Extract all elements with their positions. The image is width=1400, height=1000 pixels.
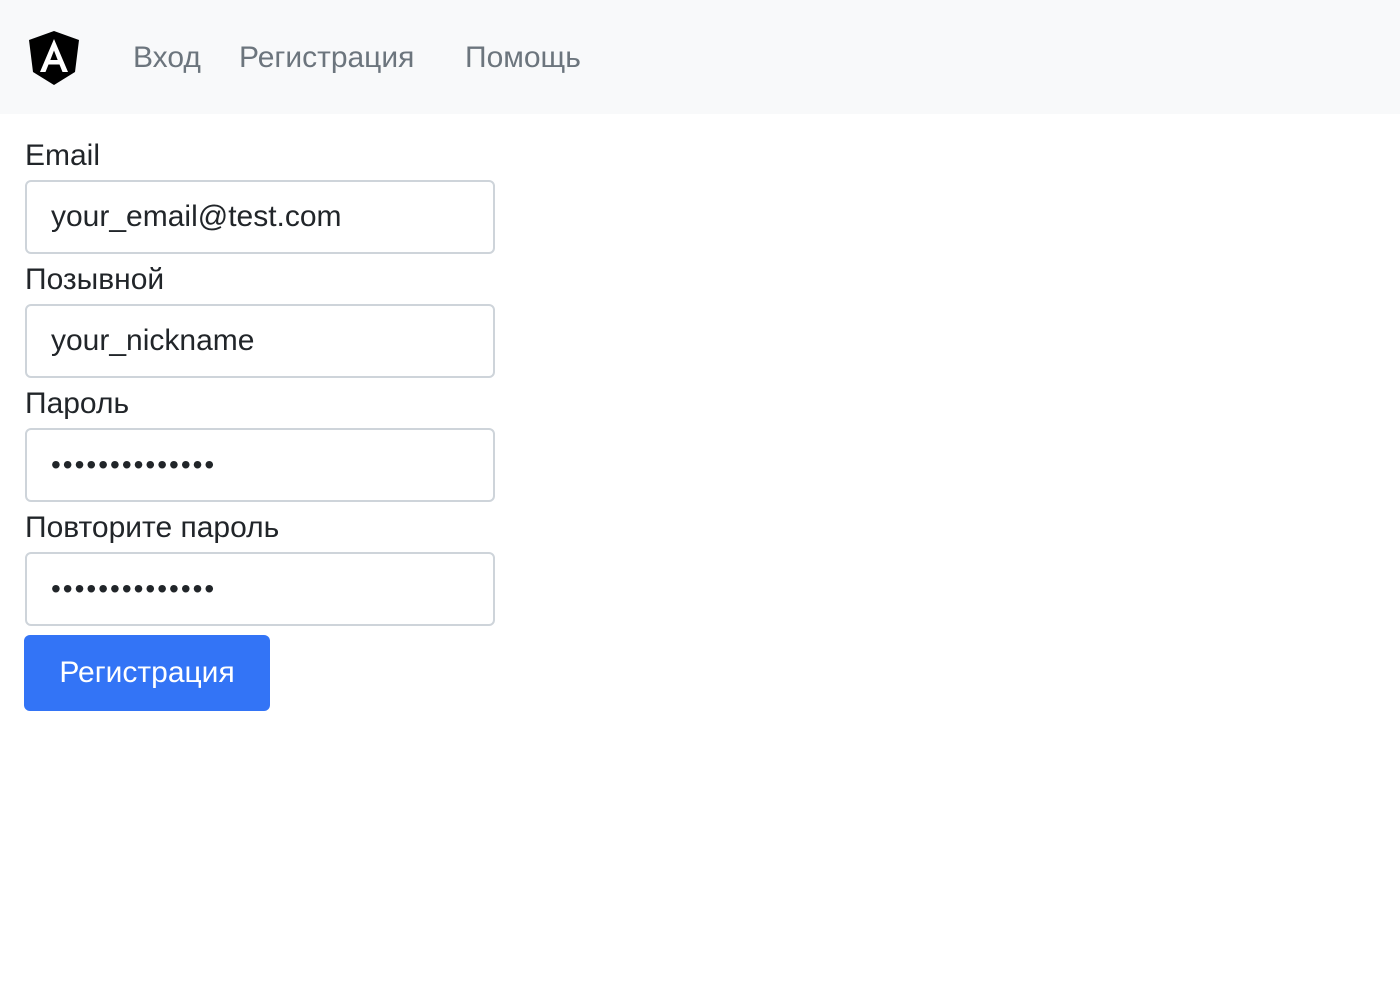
navbar: Вход Регистрация Помощь (0, 0, 1400, 114)
nickname-label: Позывной (25, 263, 165, 296)
register-submit-button[interactable]: Регистрация (24, 635, 270, 711)
nickname-field[interactable] (25, 304, 495, 378)
nav-link-help[interactable]: Помощь (465, 38, 581, 78)
email-label: Email (25, 139, 101, 172)
password-label: Пароль (25, 387, 130, 420)
email-field[interactable] (25, 180, 495, 254)
password-repeat-field[interactable] (25, 552, 495, 626)
nav-link-login[interactable]: Вход (133, 38, 201, 78)
nav-link-register[interactable]: Регистрация (239, 38, 414, 78)
password-repeat-label: Повторите пароль (25, 511, 280, 544)
angular-logo-icon[interactable] (27, 30, 81, 86)
password-field[interactable] (25, 428, 495, 502)
